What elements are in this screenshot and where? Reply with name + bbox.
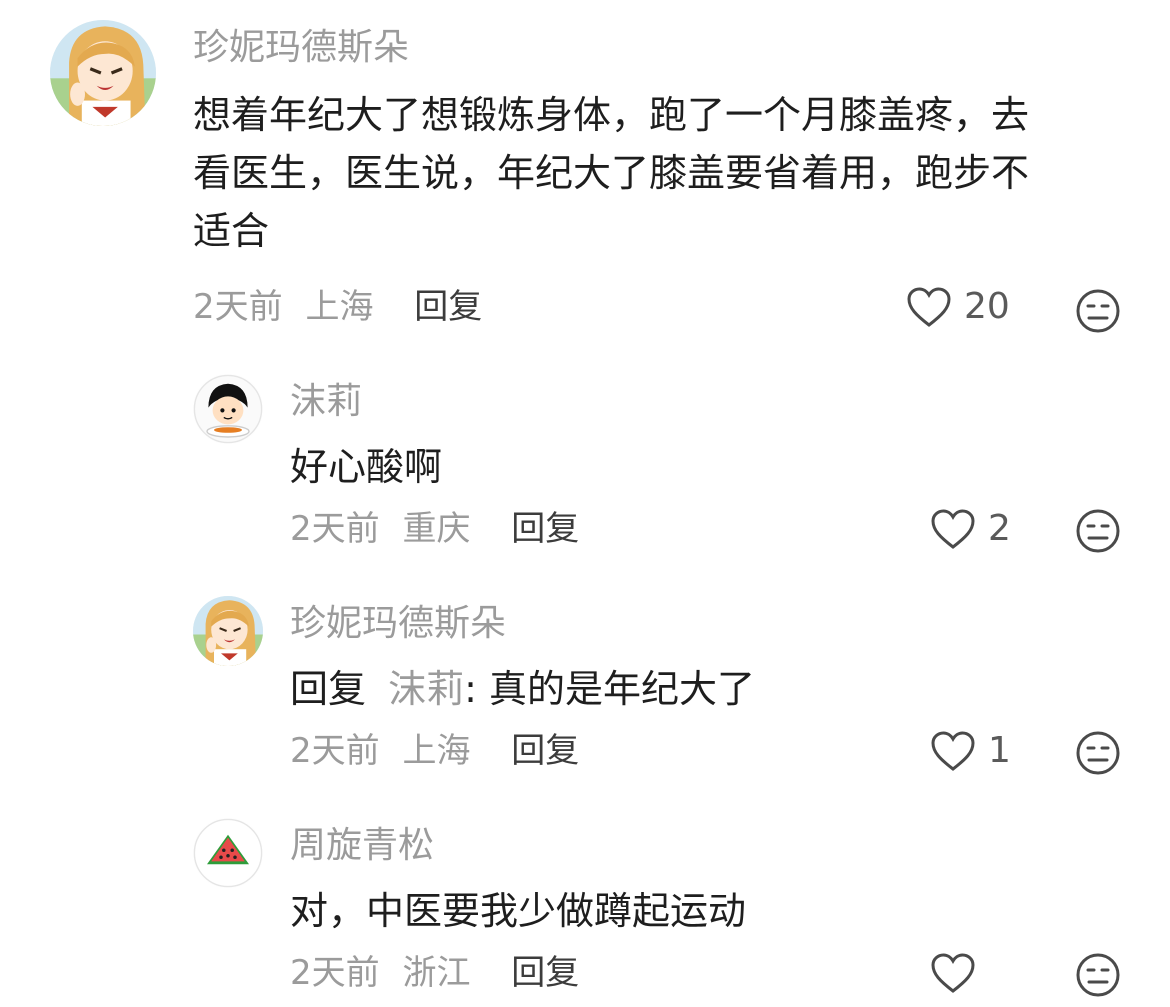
cartoon-boy-avatar-icon [193, 374, 263, 444]
watermelon-avatar-icon [193, 818, 263, 888]
comment-text-line: 好心酸啊 [290, 445, 443, 489]
comment-meta: 2天前 上海 回复 [193, 290, 482, 324]
anime-girl-avatar-icon [50, 20, 156, 126]
comment-time: 2天前 [290, 731, 380, 771]
comment-text: 回复 沫莉: 真的是年纪大了 [290, 670, 755, 708]
like-button[interactable]: 2 [930, 508, 1011, 550]
reply-item: 周旋青松 对，中医要我少做蹲起运动 2天前 浙江 回复 [0, 814, 1170, 1007]
comment-meta: 2天前 上海 回复 [290, 734, 579, 768]
reply-mention[interactable]: 沫莉 [388, 667, 464, 711]
reply-button[interactable]: 回复 [414, 287, 482, 327]
heart-icon [931, 731, 975, 771]
like-count: 20 [964, 286, 1010, 327]
comment-time: 2天前 [290, 953, 380, 993]
comment-username[interactable]: 珍妮玛德斯朵 [290, 606, 506, 642]
comment-time: 2天前 [290, 509, 380, 549]
reply-button[interactable]: 回复 [511, 953, 579, 993]
reply-button[interactable]: 回复 [511, 731, 579, 771]
comment-time: 2天前 [193, 287, 283, 327]
reply-button[interactable]: 回复 [511, 509, 579, 549]
comment-item: 珍妮玛德斯朵 想着年纪大了想锻炼身体，跑了一个月膝盖疼，去 看医生，医生说，年纪… [0, 0, 1170, 340]
like-button[interactable]: 1 [930, 730, 1011, 772]
reply-item: 珍妮玛德斯朵 回复 沫莉: 真的是年纪大了 2天前 上海 回复 1 [0, 592, 1170, 792]
comment-username[interactable]: 珍妮玛德斯朵 [193, 30, 409, 66]
dislike-button[interactable] [1075, 288, 1121, 334]
heart-icon [931, 953, 975, 993]
comment-meta: 2天前 重庆 回复 [290, 512, 579, 546]
like-button[interactable] [930, 952, 988, 994]
heart-icon [931, 509, 975, 549]
dislike-button[interactable] [1075, 730, 1121, 776]
dislike-face-icon [1076, 731, 1120, 775]
dislike-face-icon [1076, 289, 1120, 333]
dislike-button[interactable] [1075, 952, 1121, 998]
user-avatar[interactable] [193, 596, 263, 666]
comment-location: 上海 [305, 287, 374, 327]
comment-username[interactable]: 周旋青松 [290, 828, 434, 864]
user-avatar[interactable] [193, 818, 263, 888]
reply-prefix: 回复 [290, 667, 367, 711]
dislike-button[interactable] [1075, 508, 1121, 554]
user-avatar[interactable] [193, 374, 263, 444]
reply-item: 沫莉 好心酸啊 2天前 重庆 回复 2 [0, 370, 1170, 570]
comment-meta: 2天前 浙江 回复 [290, 956, 579, 990]
comment-text: 好心酸啊 [290, 448, 442, 486]
comment-text: 想着年纪大了想锻炼身体，跑了一个月膝盖疼，去 看医生，医生说，年纪大了膝盖要省着… [193, 96, 1029, 250]
user-avatar[interactable] [50, 20, 156, 126]
like-button[interactable]: 20 [906, 286, 1010, 328]
comment-text-line: 看医生，医生说，年纪大了膝盖要省着用，跑步不 [193, 151, 1030, 195]
comment-text-line: 适合 [193, 209, 270, 253]
comment-username[interactable]: 沫莉 [290, 384, 362, 420]
comment-location: 重庆 [402, 509, 471, 549]
dislike-face-icon [1076, 953, 1120, 997]
comment-text-line: 真的是年纪大了 [489, 667, 756, 711]
comment-text-line: 对，中医要我少做蹲起运动 [290, 889, 747, 933]
like-count: 1 [988, 730, 1011, 771]
comment-location: 上海 [402, 731, 471, 771]
comment-text: 对，中医要我少做蹲起运动 [290, 892, 746, 930]
reply-separator: : [464, 667, 477, 711]
heart-icon [907, 287, 951, 327]
dislike-face-icon [1076, 509, 1120, 553]
like-count: 2 [988, 508, 1011, 549]
anime-girl-avatar-icon [193, 596, 263, 666]
comment-location: 浙江 [402, 953, 471, 993]
comment-text-line: 想着年纪大了想锻炼身体，跑了一个月膝盖疼，去 [193, 93, 1030, 137]
